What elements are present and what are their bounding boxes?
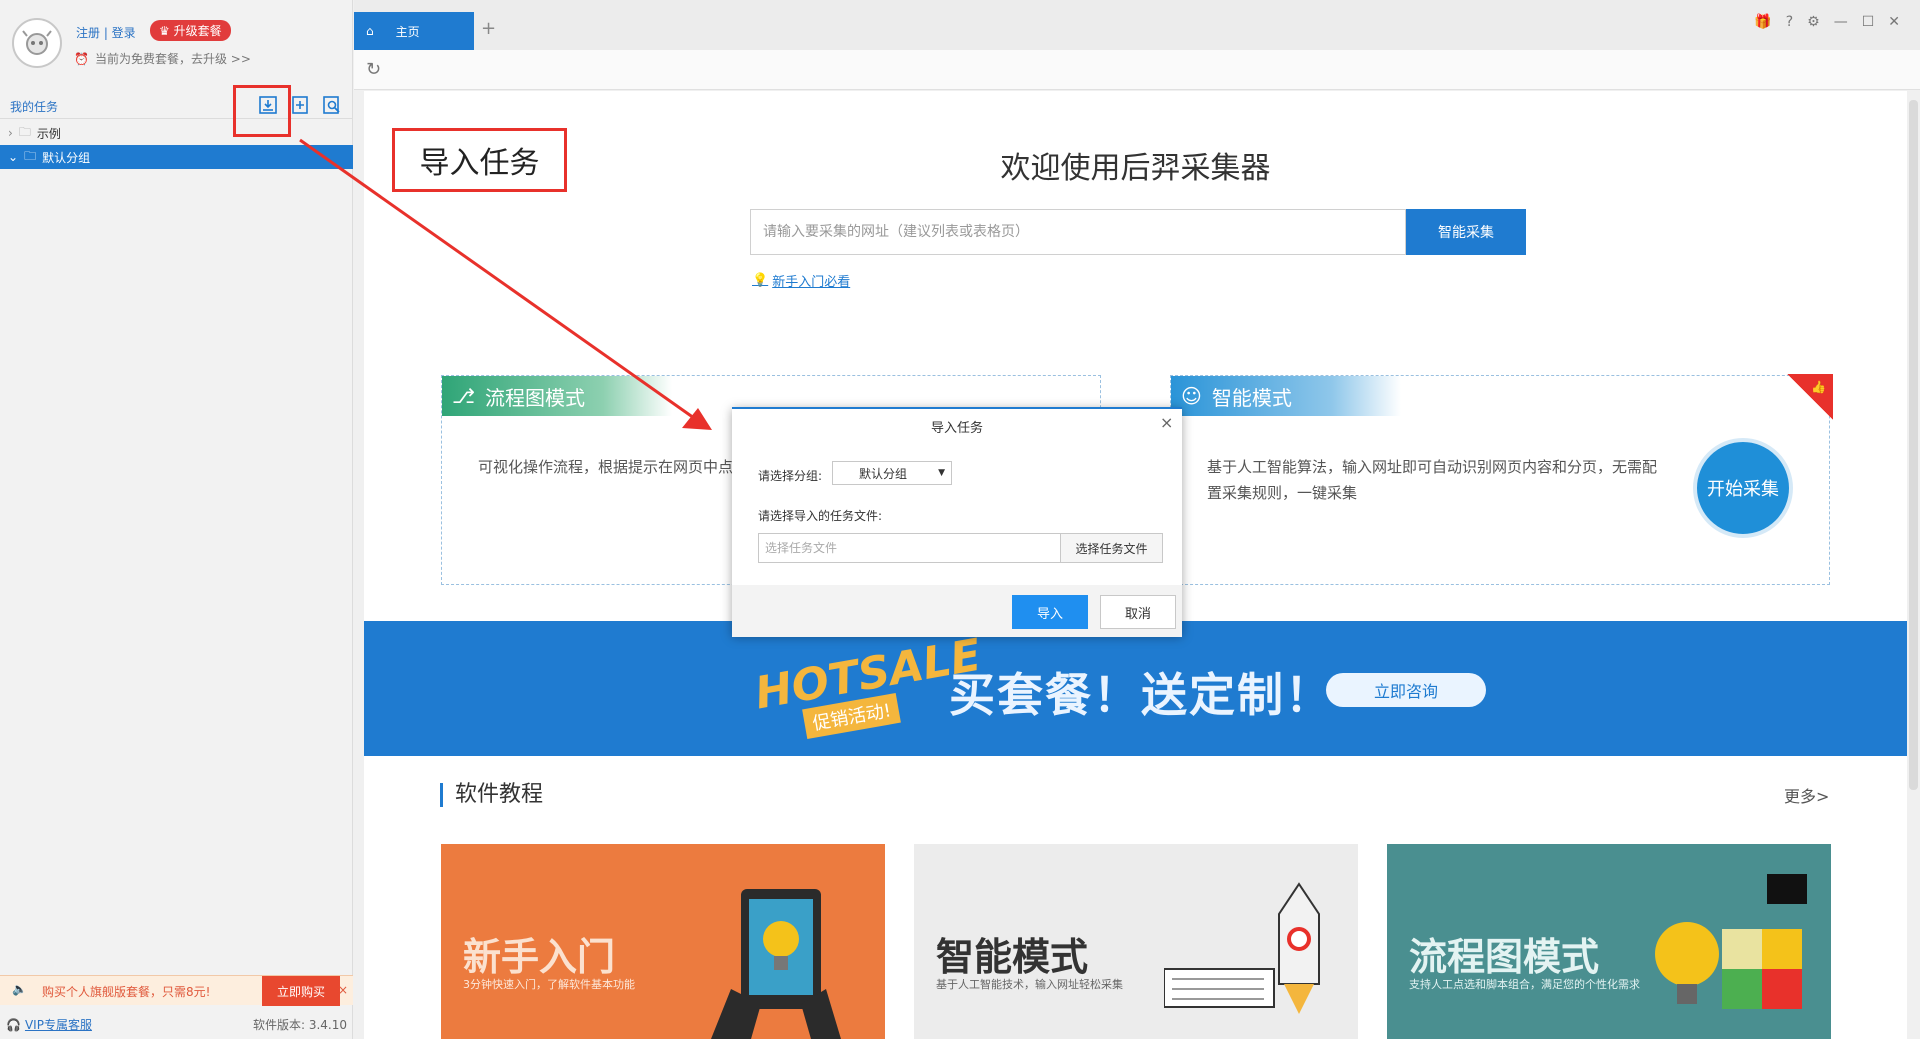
search-file-icon [323,96,340,114]
upgrade-plan-button[interactable]: ♛ 升级套餐 [150,20,231,41]
caret-down-icon: ▼ [938,468,945,478]
start-collect-button[interactable]: 开始采集 [1693,438,1793,538]
settings-icon[interactable]: ⚙ [1807,14,1820,30]
chevron-down-icon: ⌄ [8,150,19,164]
tutorial-card-subtitle: 支持人工点选和脚本组合，满足您的个性化需求 [1409,978,1640,991]
search-task-button[interactable] [320,93,344,117]
cancel-button[interactable]: 取消 [1100,595,1176,629]
dialog-title: 导入任务 [930,421,983,436]
tree-item-label: 默认分组 [42,150,91,165]
file-label: 请选择导入的任务文件: [758,509,883,523]
close-icon[interactable]: ✕ [1888,14,1900,30]
recommend-ribbon [1787,374,1833,420]
add-file-icon [292,96,308,114]
alarm-clock-icon: ⏰ [74,51,89,66]
buy-now-button[interactable]: 立即购买 [262,976,340,1006]
flowchart-mode-header: ⎇ 流程图模式 [442,376,672,416]
import-task-dialog: 导入任务 × 请选择分组: 默认分组 ▼ 请选择导入的任务文件: 选择任务文件 … [732,407,1182,637]
smart-mode-title: 智能模式 [1211,385,1292,410]
speaker-icon: 🔈 [12,982,27,996]
robot-avatar-icon [22,30,52,55]
flowchart-icon: ⎇ [452,384,476,408]
dialog-close-icon[interactable]: × [1160,413,1173,432]
register-login-link[interactable]: 注册 | 登录 [76,24,136,41]
smart-mode-header: ☺ 智能模式 [1171,376,1401,416]
dialog-footer: 导入 取消 [732,585,1182,637]
puzzle-lightbulb-icon [1655,874,1807,1009]
plan-note[interactable]: ⏰ 当前为免费套餐，去升级 >> [74,50,251,67]
scrollbar-thumb[interactable] [1909,100,1918,790]
minimize-icon[interactable]: — [1834,14,1848,30]
url-input[interactable] [750,209,1406,255]
tasks-title: 我的任务 [10,100,59,114]
tablet-lightbulb-icon [711,889,841,1039]
welcome-title: 欢迎使用后羿采集器 [1000,151,1271,186]
plan-note-text: 当前为免费套餐，去升级 >> [94,52,251,66]
folder-icon: 🗀 [18,124,31,139]
version-text: 软件版本: 3.4.10 [252,1018,347,1032]
smart-mode-desc: 基于人工智能算法，输入网址即可自动识别网页内容和分页，无需配置采集规则，一键采集 [1207,458,1658,502]
tutorial-card-subtitle: 基于人工智能技术，输入网址轻松采集 [936,978,1123,991]
smart-mode-card[interactable]: ☺ 智能模式 基于人工智能算法，输入网址即可自动识别网页内容和分页，无需配置采集… [1170,374,1833,585]
thumbs-up-icon: 👍 [1811,380,1826,394]
tab-home-label: 主页 [395,24,420,39]
sidebar: 注册 | 登录 ♛ 升级套餐 ⏰ 当前为免费套餐，去升级 >> 我的任务 › 🗀… [0,0,353,1039]
tutorial-card-flowchart-mode[interactable]: 流程图模式 支持人工点选和脚本组合，满足您的个性化需求 [1387,844,1831,1039]
more-tutorials-link[interactable]: 更多> [1784,783,1829,807]
lightbulb-icon: 💡 [752,273,769,288]
refresh-icon[interactable]: ↻ [366,59,381,80]
tree-item-example[interactable]: › 🗀 示例 [0,121,353,145]
promo-banner[interactable]: HOTSALE 促销活动! 买套餐！送定制！ 立即咨询 [364,621,1907,756]
group-label: 请选择分组: [758,469,823,483]
promo-text[interactable]: 购买个人旗舰版套餐，只需8元! [42,983,210,1000]
help-icon[interactable]: ? [1786,14,1793,30]
folder-icon: 🗀 [24,148,37,163]
tree-item-default-group[interactable]: ⌄ 🗀 默认分组 [0,145,353,169]
chevron-right-icon: › [8,126,13,140]
tutorial-card-title: 新手入门 [463,935,616,979]
choose-file-button[interactable]: 选择任务文件 [1060,533,1163,563]
tutorial-card-title: 智能模式 [936,935,1089,979]
address-bar: ↻ [354,50,1920,90]
tutorial-card-beginner[interactable]: 新手入门 3分钟快速入门，了解软件基本功能 [441,844,885,1039]
tutorial-card-subtitle: 3分钟快速入门，了解软件基本功能 [463,978,635,991]
headset-icon: 🎧 [6,1017,21,1032]
new-tab-button[interactable]: + [481,18,496,39]
tasks-header: 我的任务 [0,91,353,119]
flowchart-mode-title: 流程图模式 [485,385,586,410]
maximize-icon[interactable]: ☐ [1862,14,1875,30]
promo-close-icon[interactable]: × [338,983,348,997]
gift-icon[interactable]: 🎁 [1754,14,1771,30]
tutorial-card-title: 流程图模式 [1409,935,1600,979]
group-select-value: 默认分组 [859,466,908,481]
consult-now-button[interactable]: 立即咨询 [1326,673,1486,707]
window-controls: 🎁 ? ⚙ — ☐ ✕ [1754,14,1900,30]
newbie-guide-link[interactable]: 💡 新手入门必看 [752,271,850,290]
banner-headline: 买套餐！送定制！ [949,668,1333,722]
promo-bar: 🔈 购买个人旗舰版套餐，只需8元! 立即购买 × [0,975,353,1006]
group-select[interactable]: 默认分组 ▼ [832,461,952,485]
new-task-button[interactable] [288,93,312,117]
sidebar-footer: 🎧 VIP专属客服 软件版本: 3.4.10 [0,1010,353,1039]
home-icon: ⌂ [366,24,374,38]
rocket-keyboard-icon [1164,882,1320,1014]
vip-support-link[interactable]: VIP专属客服 [25,1016,92,1033]
tutorial-section-title: 软件教程 [440,783,543,807]
tab-bar: ⌂ 主页 + 🎁 ? ⚙ — ☐ ✕ [354,0,1920,50]
robot-icon: ☺ [1181,384,1202,408]
tree-item-label: 示例 [36,126,61,141]
import-task-callout: 导入任务 [392,128,567,192]
tab-home[interactable]: ⌂ 主页 [354,12,474,50]
tutorial-card-smart-mode[interactable]: 智能模式 基于人工智能技术，输入网址轻松采集 [914,844,1358,1039]
import-button[interactable]: 导入 [1012,595,1088,629]
task-file-input[interactable] [758,533,1061,563]
smart-collect-button[interactable]: 智能采集 [1406,209,1526,255]
avatar[interactable] [12,18,62,68]
newbie-guide-label: 新手入门必看 [772,275,851,290]
